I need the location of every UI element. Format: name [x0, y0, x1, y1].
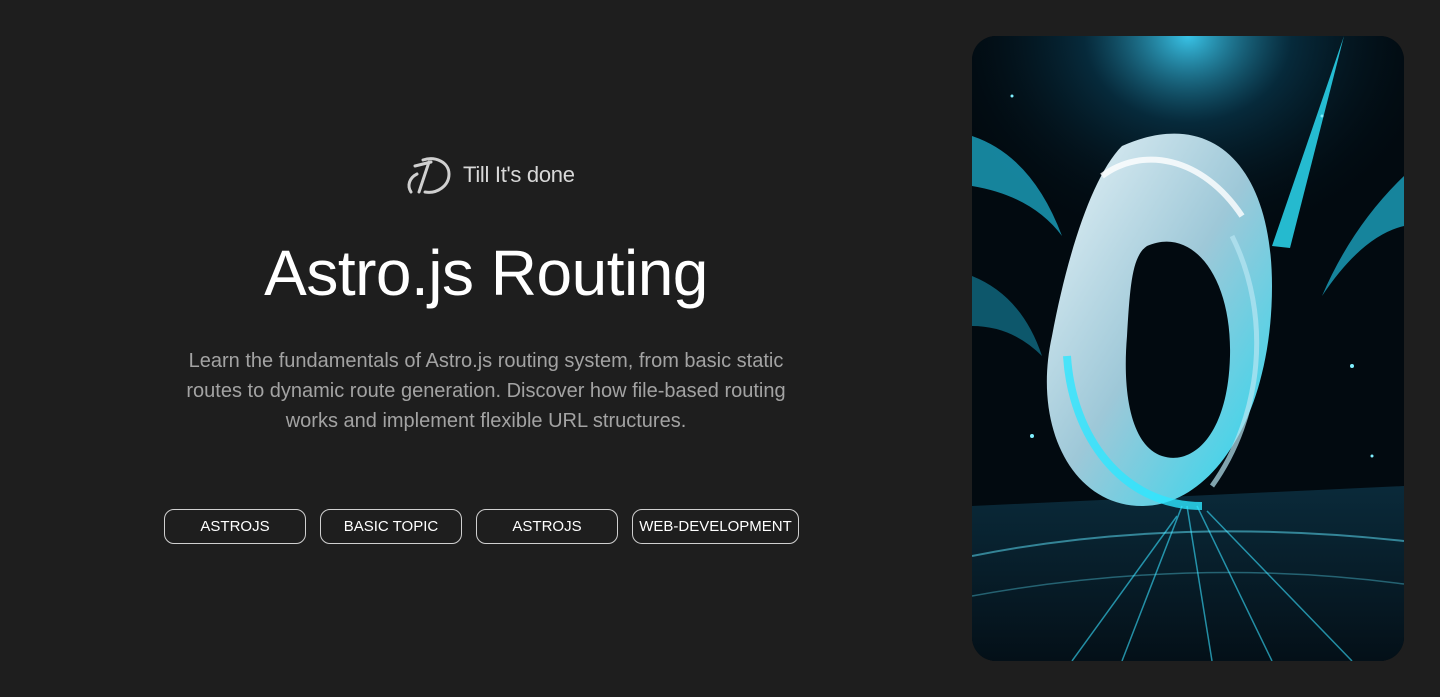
tag-astrojs[interactable]: ASTROJS — [164, 509, 306, 544]
page-description: Learn the fundamentals of Astro.js routi… — [186, 350, 786, 432]
brand-name: Till It's done — [463, 162, 575, 187]
brand-logo-icon — [407, 157, 451, 194]
tag-basic-topic[interactable]: BASIC TOPIC — [320, 509, 462, 544]
tag-list: ASTROJS BASIC TOPIC ASTROJS WEB-DEVELOPM… — [164, 509, 799, 544]
hero-image — [972, 36, 1404, 661]
brand[interactable]: Till It's done — [405, 152, 575, 198]
tag-astrojs-2[interactable]: ASTROJS — [476, 509, 618, 544]
hero-content: Till It's done Astro.js Routing Learn th… — [140, 0, 832, 697]
liquid-swirl-artwork — [972, 36, 1404, 661]
page-title: Astro.js Routing — [264, 237, 708, 309]
tag-web-development[interactable]: WEB-DEVELOPMENT — [632, 509, 799, 544]
